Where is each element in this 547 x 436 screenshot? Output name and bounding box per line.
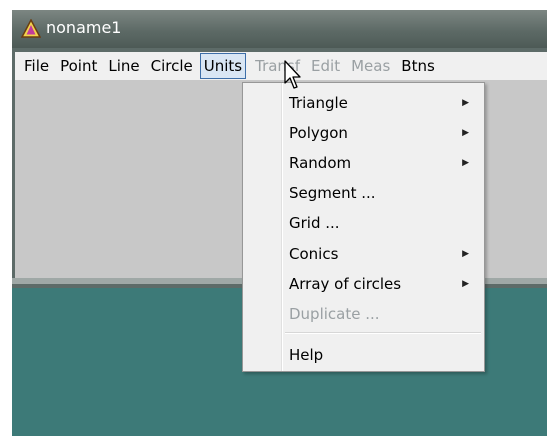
menu-item-array-of-circles[interactable]: Array of circles ▶ [289,269,479,299]
menu-item-help[interactable]: Help [289,340,479,370]
menu-file[interactable]: File [24,52,49,80]
menu-item-label: Triangle [289,94,348,112]
menu-units[interactable]: Units [199,53,247,79]
menu-item-grid[interactable]: Grid ... [289,208,479,238]
units-dropdown-menu: Triangle ▶ Polygon ▶ Random ▶ Segment ..… [242,82,485,372]
menu-point[interactable]: Point [60,52,97,80]
menu-item-label: Duplicate ... [289,305,380,323]
chevron-right-icon: ▶ [462,158,469,168]
menu-item-label: Help [289,346,324,364]
menu-edit[interactable]: Edit [311,52,340,80]
mouse-pointer-icon [284,60,301,89]
menu-item-random[interactable]: Random ▶ [289,148,479,178]
menu-line[interactable]: Line [108,52,139,80]
menu-item-polygon[interactable]: Polygon ▶ [289,118,479,148]
window-titlebar[interactable]: noname1 [12,10,547,48]
warning-triangle-icon [21,19,41,38]
window-title: noname1 [46,18,122,37]
chevron-right-icon: ▶ [462,279,469,289]
menu-item-duplicate[interactable]: Duplicate ... [289,299,479,329]
menu-item-label: Random [289,154,352,172]
menu-item-conics[interactable]: Conics ▶ [289,239,479,269]
menu-item-label: Polygon [289,124,348,142]
menu-meas[interactable]: Meas [351,52,390,80]
menu-icon-gutter [281,83,283,371]
menu-item-label: Conics [289,245,339,263]
menu-item-triangle[interactable]: Triangle ▶ [289,88,479,118]
menu-item-label: Segment ... [289,184,376,202]
chevron-right-icon: ▶ [462,249,469,259]
chevron-right-icon: ▶ [462,128,469,138]
menu-item-label: Grid ... [289,214,340,232]
menu-item-label: Array of circles [289,275,402,293]
menu-bar: File Point Line Circle Units Transf Edit… [15,52,547,80]
chevron-right-icon: ▶ [462,98,469,108]
menu-separator [285,332,481,334]
menu-circle[interactable]: Circle [151,52,193,80]
menu-item-segment[interactable]: Segment ... [289,178,479,208]
menu-btns[interactable]: Btns [401,52,435,80]
